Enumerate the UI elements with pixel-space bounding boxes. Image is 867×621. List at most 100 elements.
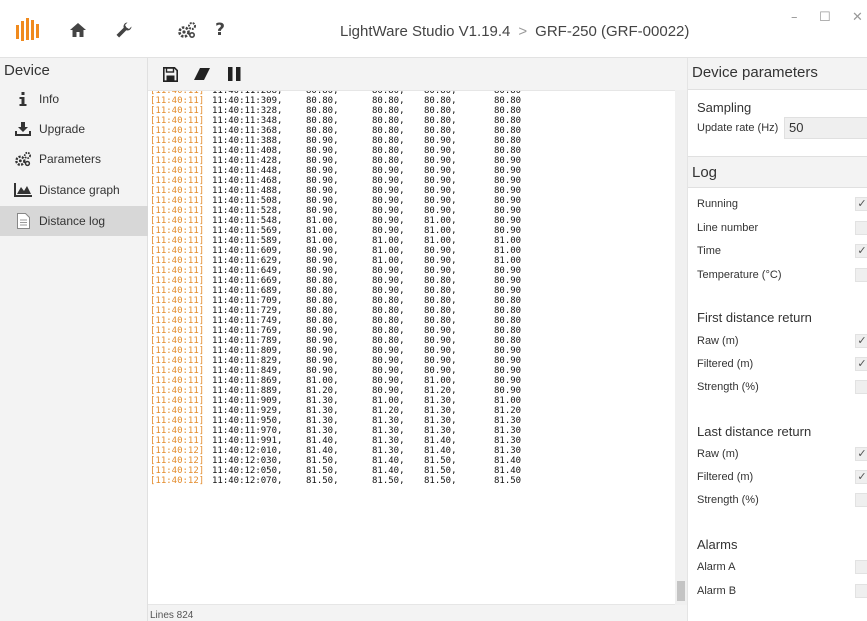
last-return-checkbox[interactable] — [855, 493, 867, 507]
log-value: 80.80 — [494, 116, 522, 126]
log-value: 80.90, — [424, 346, 457, 356]
alarm-checkbox[interactable] — [855, 584, 867, 598]
log-value: 11:40:11:909, — [212, 396, 283, 406]
log-value: 11:40:11:569, — [212, 226, 283, 236]
first-return-option-label: Raw (m) — [697, 335, 739, 347]
last-return-checkbox[interactable]: ✓ — [855, 470, 867, 484]
log-value: 11:40:11:709, — [212, 296, 283, 306]
log-timestamp: [11:40:11] — [150, 266, 205, 276]
download-icon — [14, 121, 32, 137]
log-value: 80.80, — [306, 96, 339, 106]
log-value: 11:40:11:309, — [212, 96, 283, 106]
log-value: 81.00, — [306, 236, 339, 246]
log-value: 11:40:11:889, — [212, 386, 283, 396]
info-icon — [14, 91, 32, 107]
log-checkbox[interactable]: ✓ — [855, 244, 867, 258]
first-return-checkbox[interactable]: ✓ — [855, 334, 867, 348]
log-value: 11:40:11:488, — [212, 186, 283, 196]
log-value: 80.90, — [424, 366, 457, 376]
first-return-option-label: Filtered (m) — [697, 358, 754, 370]
log-value: 81.30 — [494, 446, 522, 456]
log-checkbox[interactable] — [855, 268, 867, 282]
scrollbar-thumb[interactable] — [677, 581, 685, 601]
log-output[interactable]: [11:40:11] 11:40:11:288, 80.80, 80.80, 80.80… — [148, 90, 687, 605]
home-icon[interactable] — [66, 18, 90, 42]
sidebar-item-distance-log[interactable]: Distance log — [0, 206, 148, 236]
log-value: 80.90, — [372, 176, 405, 186]
log-value: 11:40:12:030, — [212, 456, 283, 466]
log-value: 80.80, — [424, 316, 457, 326]
help-icon[interactable]: ? — [208, 18, 232, 42]
sidebar-item-label: Distance log — [39, 214, 106, 228]
log-value: 80.90, — [372, 216, 405, 226]
log-value: 80.80, — [372, 116, 405, 126]
alarm-checkbox[interactable] — [855, 560, 867, 574]
log-value: 80.90, — [424, 186, 457, 196]
sidebar-item-upgrade[interactable]: Upgrade — [0, 114, 148, 144]
log-value: 11:40:11:669, — [212, 276, 283, 286]
log-timestamp: [11:40:11] — [150, 276, 205, 286]
last-return-checkbox[interactable]: ✓ — [855, 447, 867, 461]
log-value: 80.90 — [494, 386, 522, 396]
maximize-button[interactable]: ☐ — [819, 10, 831, 25]
log-value: 11:40:11:609, — [212, 246, 283, 256]
save-icon[interactable] — [160, 64, 180, 84]
wrench-icon[interactable] — [112, 18, 136, 42]
gears-icon[interactable] — [175, 18, 199, 42]
log-value: 80.90, — [424, 266, 457, 276]
log-checkbox[interactable] — [855, 221, 867, 235]
log-value: 80.90, — [424, 196, 457, 206]
log-value: 80.80 — [494, 136, 522, 146]
log-value: 81.00, — [372, 396, 405, 406]
log-timestamp: [11:40:11] — [150, 326, 205, 336]
section-title-sampling: Sampling — [697, 100, 752, 115]
log-checkbox[interactable]: ✓ — [855, 197, 867, 211]
log-value: 81.50, — [424, 476, 457, 486]
log-value: 80.90 — [494, 216, 522, 226]
log-value: 80.90, — [306, 176, 339, 186]
update-rate-input[interactable]: 50 — [784, 117, 867, 139]
log-value: 80.90 — [494, 186, 522, 196]
log-value: 11:40:11:789, — [212, 336, 283, 346]
area-chart-icon — [14, 182, 32, 198]
update-rate-label: Update rate (Hz) — [697, 122, 779, 134]
pause-icon[interactable] — [224, 64, 244, 84]
log-value: 80.90 — [494, 176, 522, 186]
device-name: GRF-250 (GRF-00022) — [535, 23, 690, 40]
log-value: 80.90, — [424, 206, 457, 216]
log-value: 80.90, — [306, 146, 339, 156]
log-value: 81.00 — [494, 396, 522, 406]
log-value: 80.80 — [494, 126, 522, 136]
sidebar-item-distance-graph[interactable]: Distance graph — [0, 175, 148, 205]
log-value: 80.80, — [372, 306, 405, 316]
log-value: 80.90, — [372, 286, 405, 296]
log-value: 80.90, — [372, 266, 405, 276]
log-scrollbar[interactable] — [675, 90, 687, 605]
log-value: 81.30 — [494, 436, 522, 446]
first-return-checkbox[interactable]: ✓ — [855, 357, 867, 371]
close-button[interactable]: ✕ — [852, 10, 863, 25]
log-value: 80.90 — [494, 206, 522, 216]
log-value: 80.90, — [306, 336, 339, 346]
panel-header: Device parameters — [688, 58, 867, 90]
minimize-button[interactable]: – — [791, 10, 798, 25]
log-value: 81.40 — [494, 456, 522, 466]
log-value: 80.80, — [424, 116, 457, 126]
log-value: 80.90, — [306, 246, 339, 256]
log-value: 80.80, — [306, 306, 339, 316]
log-timestamp: [11:40:11] — [150, 256, 205, 266]
log-value: 80.80 — [494, 146, 522, 156]
log-timestamp: [11:40:11] — [150, 366, 205, 376]
sidebar-item-parameters[interactable]: Parameters — [0, 144, 148, 174]
log-value: 80.90 — [494, 156, 522, 166]
log-value: 80.90, — [306, 356, 339, 366]
log-value: 81.30, — [424, 406, 457, 416]
first-return-checkbox[interactable] — [855, 380, 867, 394]
log-timestamp: [11:40:11] — [150, 126, 205, 136]
eraser-icon[interactable] — [192, 64, 212, 84]
log-value: 80.90, — [424, 176, 457, 186]
lines-count: Lines 824 — [150, 610, 194, 621]
sidebar-item-info[interactable]: Info — [0, 84, 148, 114]
log-value: 11:40:11:448, — [212, 166, 283, 176]
log-value: 81.00, — [306, 216, 339, 226]
